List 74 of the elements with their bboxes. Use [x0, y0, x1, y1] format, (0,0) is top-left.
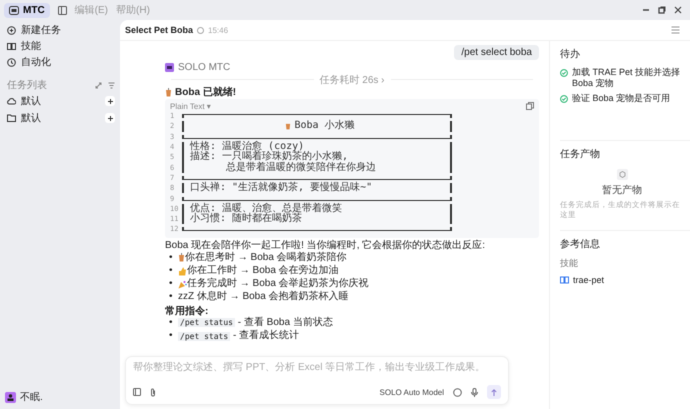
section-title: 任务列表	[7, 78, 47, 92]
task-group[interactable]: 默认	[7, 111, 105, 125]
task-time: 15:46	[208, 26, 228, 34]
paperclip-icon[interactable]	[150, 388, 156, 396]
agent-logo-icon	[165, 63, 174, 72]
section-title: 待办	[560, 48, 581, 61]
sidebar-item[interactable]: 技能	[5, 38, 115, 54]
arrow-up-icon	[491, 388, 497, 396]
user-message: /pet select boba	[454, 45, 539, 60]
agent-name: SOLO MTC	[178, 62, 230, 73]
panel-toggle-icon[interactable]	[671, 26, 680, 34]
book-icon	[560, 276, 569, 284]
bullet: •	[169, 330, 174, 342]
restore-icon[interactable]	[658, 6, 666, 14]
list-text: zzZ 休息时 → Boba 会抱着奶茶杯入睡	[178, 291, 349, 302]
cloud-icon	[7, 97, 16, 105]
book-icon	[7, 42, 16, 50]
add-button[interactable]	[105, 113, 115, 123]
app-logo-icon	[9, 6, 19, 14]
copy-icon[interactable]	[526, 102, 534, 110]
list-text: 你在工作时 → Boba 会在旁边加油	[187, 264, 339, 276]
sidebar-item[interactable]: 自动化	[5, 54, 115, 70]
close-icon[interactable]	[674, 6, 682, 14]
task-title: Select Pet Boba	[125, 25, 194, 35]
expand-icon[interactable]	[95, 82, 102, 88]
list-text: 你在思考时 → Boba 会喝着奶茶陪你	[185, 252, 347, 263]
box-row: 小习惯: 随时都在喝奶茶	[182, 214, 452, 224]
plus-icon	[108, 98, 112, 104]
reference-label: 技能	[560, 257, 579, 270]
list-text: - 查看成长统计	[232, 330, 300, 341]
box-row: 口头禅: "生活就像奶茶, 要慢慢品味~"	[182, 183, 452, 194]
milk-tea-icon	[165, 88, 172, 96]
attach-panel-icon[interactable]	[133, 388, 141, 396]
plus-circle-icon	[7, 26, 16, 34]
task-group[interactable]: 默认	[7, 94, 105, 108]
bullet: •	[169, 278, 174, 290]
box-row: Boba 小水獭	[182, 121, 452, 132]
list-text: - 查看 Boba 当前状态	[236, 316, 333, 328]
bullet: •	[169, 252, 174, 264]
milk-tea-icon	[178, 253, 185, 262]
cube-icon	[616, 169, 628, 180]
intro-text: Boba 现在会陪伴你一起工作啦! 当你编程时, 它会根据你的状态做出反应:	[165, 240, 486, 252]
inline-code: /pet status	[178, 318, 235, 328]
skill-link[interactable]: trae-pet	[560, 275, 684, 285]
list-text: 任务完成时 → Boba 会举起奶茶为你庆祝	[187, 278, 369, 290]
avatar-icon[interactable]	[5, 392, 16, 402]
heading: Boba 已就绪!	[175, 86, 236, 99]
user-name: 不眠.	[20, 391, 43, 404]
box-row: 描述: 一只喝着珍珠奶茶的小水獭,	[182, 152, 452, 162]
section-title: 任务产物	[560, 148, 601, 161]
bullet: •	[169, 291, 174, 304]
thumbs-up-icon	[178, 266, 187, 276]
send-button[interactable]	[487, 385, 501, 399]
milk-tea-icon	[285, 122, 292, 130]
todo-text: 加载 TRAE Pet 技能并选择 Boba 宠物	[572, 67, 682, 89]
commands-heading: 常用指令:	[165, 304, 208, 318]
bullet: •	[169, 316, 174, 329]
todo-text: 验证 Boba 宠物是否可用	[572, 93, 670, 104]
box-row: 总是带着温暖的微笑陪伴在你身边	[182, 162, 452, 173]
filter-icon[interactable]	[108, 82, 115, 88]
bullet: •	[169, 264, 174, 278]
sidebar-item[interactable]: 新建任务	[5, 22, 115, 38]
inline-code: /pet stats	[178, 332, 230, 341]
box-row: 优点: 温暖、治愈、总是带着微笑	[182, 204, 452, 214]
section-title: 参考信息	[560, 238, 601, 251]
app-button[interactable]: MTC	[4, 2, 50, 18]
microphone-icon[interactable]	[471, 388, 478, 396]
model-selector[interactable]: SOLO Auto Model	[380, 388, 444, 396]
plus-icon	[108, 116, 112, 120]
folder-icon	[7, 114, 16, 122]
party-popper-icon	[178, 280, 187, 289]
empty-title: 暂无产物	[602, 184, 642, 197]
sidebar-toggle-icon[interactable]	[58, 6, 67, 14]
add-button[interactable]	[105, 96, 115, 106]
